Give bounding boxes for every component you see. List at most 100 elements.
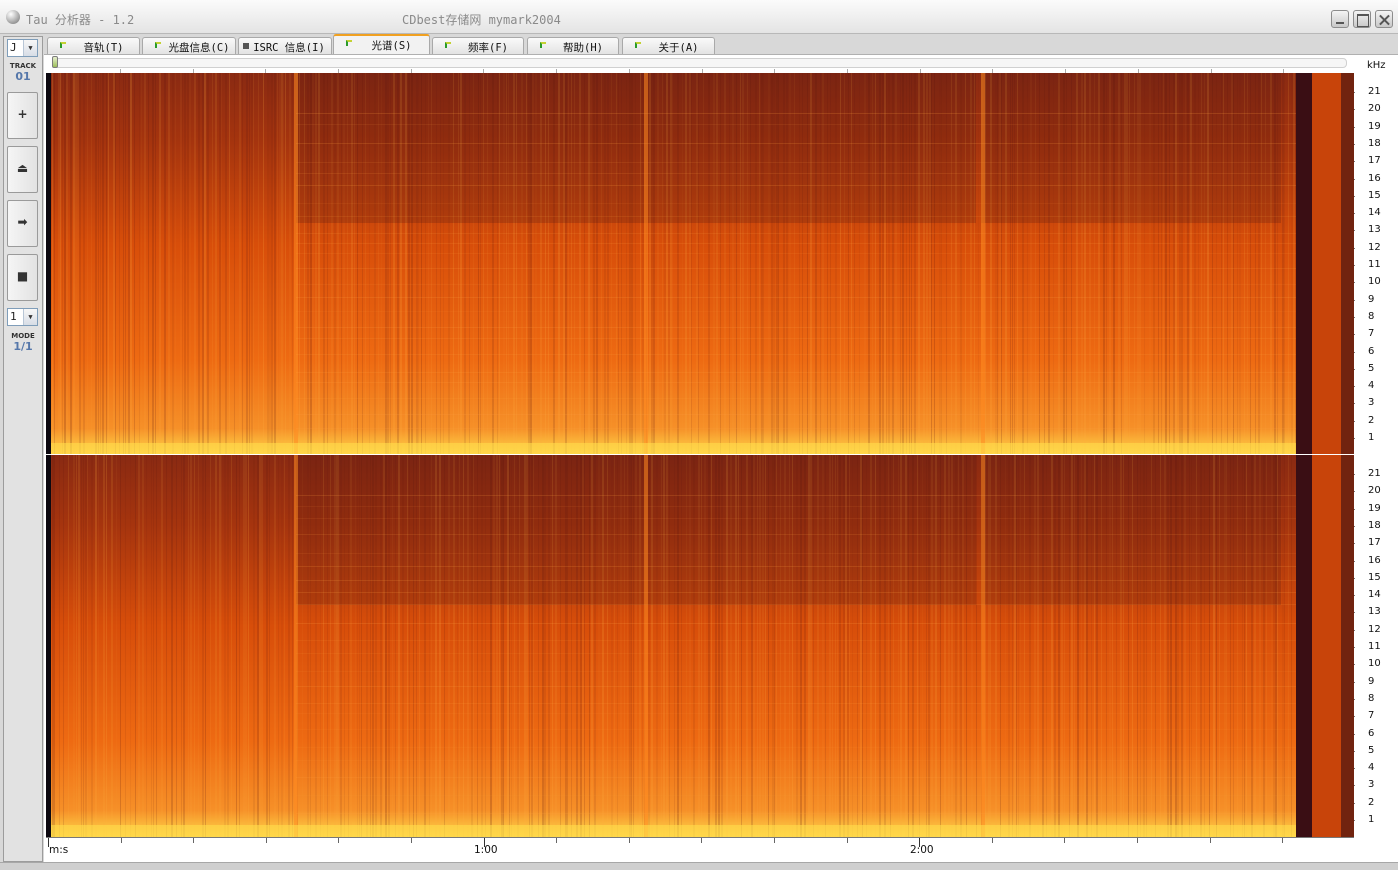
harmonic-band xyxy=(296,495,1296,496)
harmonic-band xyxy=(296,813,1296,814)
spectral-streak xyxy=(285,73,286,455)
minimize-button[interactable] xyxy=(1331,10,1349,28)
spectral-streak xyxy=(219,455,221,837)
chevron-down-icon[interactable]: ▼ xyxy=(23,40,37,56)
spectral-streak xyxy=(54,73,55,455)
close-button[interactable] xyxy=(1375,10,1393,28)
spectral-streak xyxy=(181,455,182,837)
spectral-streak xyxy=(281,455,283,837)
track-select[interactable]: J ▼ xyxy=(7,39,38,57)
spectral-streak xyxy=(1291,73,1293,455)
tab-frequency[interactable]: 频率(F) xyxy=(432,37,524,54)
tab-tracks[interactable]: 音轨(T) xyxy=(47,37,140,54)
harmonic-band xyxy=(296,173,1296,174)
harmonic-band xyxy=(296,686,1296,687)
spectral-streak xyxy=(77,73,79,455)
spectral-streak xyxy=(95,73,97,455)
tab-spectrum[interactable]: 光谱(S) xyxy=(333,34,430,54)
grey-square-icon xyxy=(243,43,249,49)
spectral-streak xyxy=(106,455,107,837)
time-label: 2:00 xyxy=(910,844,934,856)
spectral-streak xyxy=(113,73,115,455)
spectral-streak xyxy=(1291,455,1292,837)
chevron-down-icon[interactable]: ▼ xyxy=(23,309,37,325)
spectrogram-channel-2[interactable] xyxy=(46,455,1354,837)
spectral-streak xyxy=(116,455,117,837)
mode-select[interactable]: 1 ▼ xyxy=(7,308,38,326)
low-freq-band xyxy=(51,825,1296,837)
harmonic-band xyxy=(296,566,1296,567)
track-select-value: J xyxy=(10,41,17,54)
tab-help[interactable]: 帮助(H) xyxy=(527,37,619,54)
eject-button[interactable]: ⏏ xyxy=(7,146,38,193)
watermark-text: CDbest存储网 mymark2004 xyxy=(402,13,561,27)
track-number: 01 xyxy=(15,70,31,83)
maximize-button[interactable] xyxy=(1353,10,1371,28)
spectral-streak xyxy=(68,455,69,837)
spectral-streak xyxy=(231,455,232,837)
time-axis: m:s 1:00 2:00 xyxy=(46,837,1354,861)
spectral-streak xyxy=(207,73,209,455)
spectral-streak xyxy=(66,73,68,455)
spectral-streak xyxy=(95,455,97,837)
spectrogram-channel-1[interactable] xyxy=(46,73,1354,455)
spectral-streak xyxy=(229,73,230,455)
spectral-streak xyxy=(63,455,64,837)
harmonic-band xyxy=(296,713,1296,714)
transient-line xyxy=(644,455,648,837)
harmonic-band xyxy=(296,553,1296,554)
harmonic-band xyxy=(296,671,1296,672)
spectral-streak xyxy=(168,73,170,455)
spectral-streak xyxy=(189,73,191,455)
spectral-streak xyxy=(135,455,136,837)
khz-unit-label: kHz xyxy=(1367,60,1386,71)
time-tick xyxy=(48,838,49,847)
harmonic-band xyxy=(296,604,1296,605)
spectral-streak xyxy=(100,73,101,455)
harmonic-band xyxy=(296,623,1296,624)
harmonic-band xyxy=(296,203,1296,204)
green-flag-icon xyxy=(155,42,161,48)
spectral-streak xyxy=(266,455,268,837)
tab-disc-info[interactable]: 光盘信息(C) xyxy=(142,37,236,54)
spectral-streak xyxy=(166,455,167,837)
window-title: Tau 分析器 - 1.2 xyxy=(26,13,135,27)
harmonic-band xyxy=(296,253,1296,254)
spectral-streak xyxy=(59,455,60,837)
transient-line xyxy=(981,455,985,837)
tab-label: 帮助(H) xyxy=(563,42,603,54)
position-slider-thumb[interactable] xyxy=(52,56,58,68)
spectral-streak xyxy=(225,73,227,455)
tab-about[interactable]: 关于(A) xyxy=(622,37,715,54)
time-tick xyxy=(193,838,194,843)
spectral-streak xyxy=(239,455,240,837)
spectral-streak xyxy=(75,73,77,455)
stop-button[interactable]: ■ xyxy=(7,254,38,301)
spectral-streak xyxy=(212,73,213,455)
spectral-streak xyxy=(142,455,144,837)
dark-region xyxy=(981,455,1281,605)
time-tick xyxy=(1210,838,1211,843)
position-slider-track[interactable] xyxy=(52,58,1347,68)
spectral-streak xyxy=(976,455,977,837)
harmonic-band xyxy=(296,372,1296,373)
next-icon: ➡ xyxy=(17,215,28,229)
green-flag-icon xyxy=(346,40,352,46)
spectral-streak xyxy=(1293,73,1295,455)
spectral-streak xyxy=(224,455,226,837)
harmonic-band xyxy=(296,185,1296,186)
harmonic-band xyxy=(296,162,1296,163)
spectral-streak xyxy=(60,73,61,455)
harmonic-band xyxy=(296,760,1296,761)
harmonic-band xyxy=(296,297,1296,298)
track-label: TRACK xyxy=(9,62,37,70)
tab-isrc-info[interactable]: ISRC 信息(I) xyxy=(238,37,332,54)
harmonic-band xyxy=(296,327,1296,328)
spectral-streak xyxy=(204,73,206,455)
spectral-streak xyxy=(73,73,75,455)
add-button[interactable]: + xyxy=(7,92,38,139)
spectral-streak xyxy=(202,73,204,455)
next-button[interactable]: ➡ xyxy=(7,200,38,247)
app-orb-icon[interactable] xyxy=(6,10,20,24)
harmonic-band xyxy=(296,233,1296,234)
